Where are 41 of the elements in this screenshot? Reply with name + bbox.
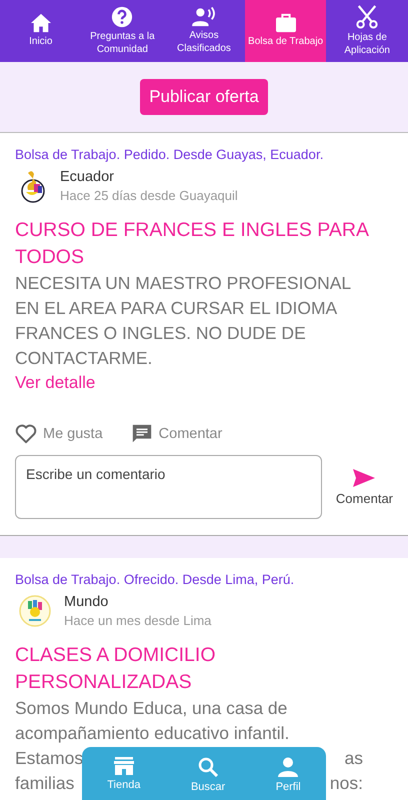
nav-tab[interactable]: Avisos Clasificados [163, 0, 245, 62]
briefcase-icon [274, 13, 297, 34]
logo-icon [18, 594, 52, 628]
post-body: Somos Mundo Educa, una casa de [15, 697, 288, 720]
question-icon [111, 6, 134, 28]
home-icon [30, 13, 52, 34]
post-body: nos: [330, 772, 363, 795]
post-title: CURSO DE FRANCES E INGLES PARA TODOS [15, 218, 370, 270]
post-body: as [344, 747, 363, 770]
send-icon [353, 468, 376, 486]
nav-tab[interactable]: Preguntas a la Comunidad [82, 0, 164, 62]
bottom-nav-item[interactable]: Tienda [107, 757, 140, 791]
send-comment-button[interactable]: Comentar [336, 468, 393, 506]
bottom-nav-item[interactable]: Perfil [276, 757, 301, 793]
comment-button[interactable]: Comentar [130, 423, 222, 445]
post-category: Bolsa de Trabajo. Ofrecido. Desde Lima, Perú. [15, 572, 296, 587]
speaking-person-icon [192, 7, 216, 27]
person-icon [278, 757, 298, 777]
author-name: Mundo [64, 594, 110, 610]
heart-icon [15, 424, 37, 444]
scissors-icon [356, 5, 378, 29]
comment-icon [130, 423, 153, 445]
post-body: Estamos [15, 747, 84, 770]
publish-offer-button[interactable]: Publicar oferta [140, 79, 268, 115]
post-body: NECESITA UN MAESTRO PROFESIONAL EN EL AREA PARA CURSAR EL IDIOMA FRANCES O INGLES. NO DUDE DE CONTACTARME. [15, 272, 352, 370]
nav-tab[interactable]: Hojas de Aplicación [326, 0, 408, 62]
bottom-nav-item[interactable]: Buscar [190, 757, 226, 793]
post-time: Hace un mes desde Lima [64, 613, 212, 628]
nav-tab[interactable]: Inicio [0, 0, 82, 62]
comment-field[interactable]: Escribe un comentario [15, 455, 322, 519]
like-button[interactable]: Me gusta [15, 423, 103, 445]
author-name: Ecuador [60, 169, 116, 185]
store-icon [114, 757, 134, 775]
view-detail-link[interactable]: Ver detalle [15, 373, 96, 393]
post-time: Hace 25 días desde Guayaquil [60, 188, 238, 203]
post-body: familias [15, 772, 74, 795]
post-body: acompañamiento educativo infantil. [15, 722, 290, 745]
search-icon [198, 757, 218, 777]
post-category: Bolsa de Trabajo. Pedido. Desde Guayas, Ecuador. [15, 147, 324, 162]
post-title: CLASES A DOMICILIO PERSONALIZADAS [15, 643, 216, 695]
nav-tab[interactable]: Bolsa de Trabajo [244, 0, 326, 62]
